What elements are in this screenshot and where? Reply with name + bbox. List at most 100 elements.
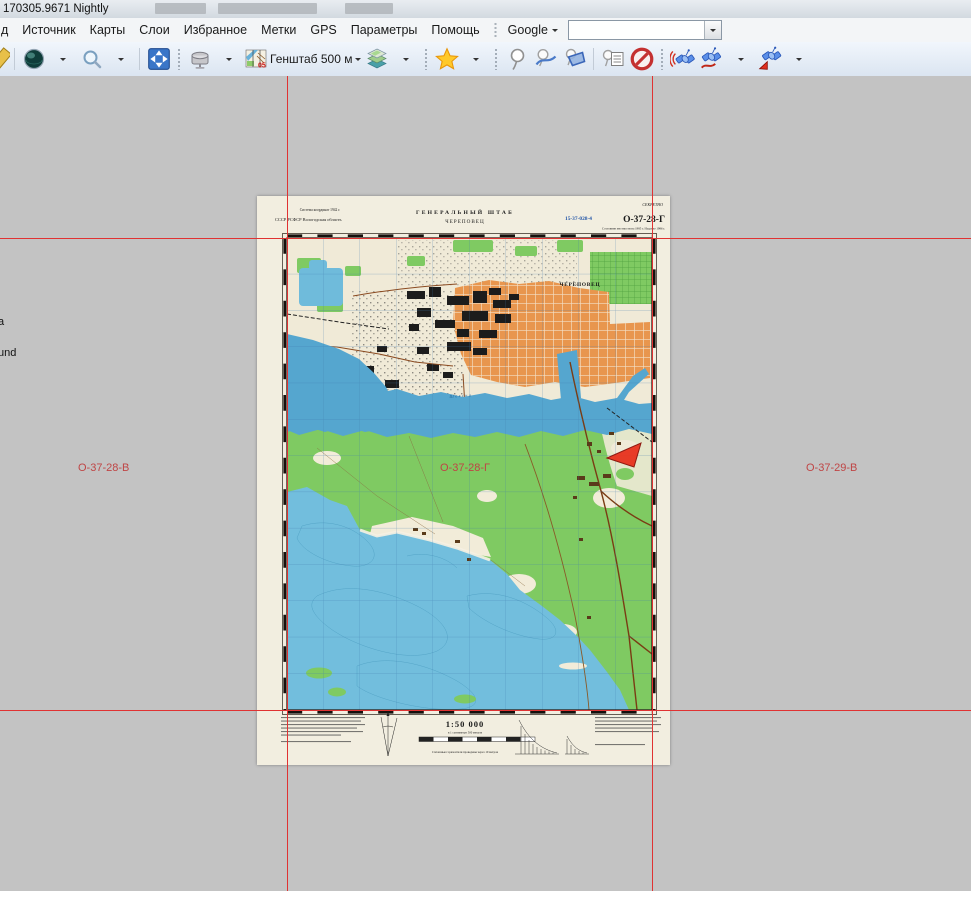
gps-connect-icon bbox=[670, 46, 696, 72]
sheet-grid-hline bbox=[0, 710, 971, 711]
add-polygon-button[interactable] bbox=[560, 45, 589, 73]
zoom-dropdown[interactable] bbox=[106, 45, 135, 73]
separator bbox=[593, 48, 594, 70]
placemark-manager-button[interactable] bbox=[598, 45, 627, 73]
search-combobox[interactable] bbox=[568, 20, 722, 40]
chevron-down-icon bbox=[552, 29, 558, 35]
gps-connect-button[interactable] bbox=[668, 45, 697, 73]
map-sheet[interactable]: ЧЕРЕПОВЕЦ Шексна Система координат 1942 bbox=[257, 196, 670, 765]
favorites-star-icon bbox=[434, 46, 460, 72]
map-type-icon: 05 bbox=[244, 47, 268, 71]
sheet-code: О-37-28-Г bbox=[623, 215, 665, 225]
chevron-down-icon bbox=[473, 58, 479, 64]
add-placemark-icon bbox=[505, 47, 529, 71]
chevron-down-icon bbox=[796, 58, 802, 64]
chevron-down-icon bbox=[60, 58, 66, 64]
layers-dropdown[interactable] bbox=[391, 45, 420, 73]
search-provider-label: Google bbox=[508, 23, 548, 37]
menu-item-gps[interactable]: GPS bbox=[303, 20, 343, 40]
map-select-button[interactable]: 05 Генштаб 500 м bbox=[243, 45, 362, 73]
sheet-grid-vline bbox=[652, 76, 653, 891]
sheet-grid-label: О-37-28-Г bbox=[440, 462, 490, 474]
map-sheet-image: ЧЕРЕПОВЕЦ Шексна Система координат 1942 bbox=[257, 196, 670, 765]
scale-label: 1:50 000 bbox=[446, 719, 484, 729]
edge-label-fragment: und bbox=[0, 347, 16, 359]
title-bar[interactable]: 170305.9671 Nightly bbox=[0, 0, 971, 18]
menu-item-layers[interactable]: Слои bbox=[132, 20, 176, 40]
menu-item-help[interactable]: Помощь bbox=[424, 20, 486, 40]
chevron-down-icon bbox=[226, 58, 232, 64]
menu-item-favorites[interactable]: Избранное bbox=[177, 20, 254, 40]
gps-position-button[interactable] bbox=[755, 45, 784, 73]
ruler-button[interactable] bbox=[0, 45, 10, 73]
add-path-button[interactable] bbox=[531, 45, 560, 73]
placemark-manager-icon bbox=[601, 47, 625, 71]
globe-icon bbox=[22, 47, 46, 71]
search-dropdown-button[interactable] bbox=[704, 21, 721, 39]
hide-marks-button[interactable] bbox=[627, 45, 656, 73]
favorites-dropdown[interactable] bbox=[461, 45, 490, 73]
search-input[interactable] bbox=[569, 21, 704, 39]
map-canvas[interactable]: ЧЕРЕПОВЕЦ Шексна Система координат 1942 bbox=[0, 76, 971, 891]
menu-item-maps[interactable]: Карты bbox=[83, 20, 133, 40]
chevron-down-icon bbox=[355, 58, 361, 64]
separator bbox=[139, 48, 140, 70]
zoom-button[interactable] bbox=[77, 45, 106, 73]
scale-bar bbox=[419, 737, 535, 742]
chevron-down-icon bbox=[403, 58, 409, 64]
background-window-fragment bbox=[218, 3, 317, 14]
coord-system-note: Система координат 1942 г. bbox=[300, 208, 341, 212]
globe-button[interactable] bbox=[19, 45, 48, 73]
state-note: Состояние местности на 1985 г. Издание 1… bbox=[602, 227, 665, 231]
menu-item-marks[interactable]: Метки bbox=[254, 20, 303, 40]
chevron-down-icon bbox=[710, 29, 716, 35]
ruler-icon bbox=[0, 47, 10, 73]
cache-dropdown[interactable] bbox=[214, 45, 243, 73]
sheet-city-title: ЧЕРЕПОВЕЦ bbox=[445, 219, 484, 225]
toolbar-grip[interactable] bbox=[660, 48, 664, 70]
toolbar-grip[interactable] bbox=[424, 48, 428, 70]
toolbar-grip[interactable] bbox=[494, 48, 498, 70]
region-note: СССР РСФСР Вологодская область bbox=[275, 217, 342, 222]
gps-position-dropdown[interactable] bbox=[784, 45, 813, 73]
menu-item-source[interactable]: Источник bbox=[15, 20, 82, 40]
favorites-button[interactable] bbox=[432, 45, 461, 73]
sheet-grid-label: О-37-29-В bbox=[806, 462, 857, 474]
gps-track-button[interactable] bbox=[697, 45, 726, 73]
gps-track-dropdown[interactable] bbox=[726, 45, 755, 73]
tool-bar: 05 Генштаб 500 м bbox=[0, 42, 971, 77]
menu-item-options[interactable]: Параметры bbox=[344, 20, 425, 40]
toolbar-grip[interactable] bbox=[493, 22, 498, 38]
chevron-down-icon bbox=[118, 58, 124, 64]
hide-marks-icon bbox=[629, 46, 655, 72]
layers-icon bbox=[365, 47, 389, 71]
zoom-icon bbox=[80, 47, 104, 71]
menu-item-vid[interactable]: д bbox=[0, 20, 15, 40]
globe-dropdown[interactable] bbox=[48, 45, 77, 73]
map-content: ЧЕРЕПОВЕЦ Шексна bbox=[287, 238, 652, 710]
scale-sub-label: в 1 сантиметре 500 метров bbox=[448, 731, 483, 735]
background-window-fragment bbox=[345, 3, 393, 14]
sheet-grid-hline bbox=[0, 238, 971, 239]
sheet-index-blue: 15-37-028-4 bbox=[565, 216, 592, 222]
gps-track-icon bbox=[699, 46, 725, 72]
contour-note: Сплошные горизонтали проведены через 10 … bbox=[432, 750, 499, 754]
fullscreen-button[interactable] bbox=[144, 45, 173, 73]
background-window-fragment bbox=[155, 3, 206, 14]
map-select-label: Генштаб 500 м bbox=[270, 52, 352, 66]
add-path-icon bbox=[533, 47, 559, 71]
search-provider-button[interactable]: Google bbox=[502, 20, 564, 40]
cache-button[interactable] bbox=[185, 45, 214, 73]
general-staff-title: ГЕНЕРАЛЬНЫЙ ШТАБ bbox=[416, 208, 514, 216]
sheet-grid-vline bbox=[287, 76, 288, 891]
window-title: 170305.9671 Nightly bbox=[3, 3, 109, 15]
toolbar-grip[interactable] bbox=[177, 48, 181, 70]
menu-bar: д Источник Карты Слои Избранное Метки GP… bbox=[0, 18, 971, 43]
fullscreen-icon bbox=[146, 46, 172, 72]
cache-icon bbox=[188, 47, 212, 71]
km-grid bbox=[287, 238, 652, 710]
svg-text:05: 05 bbox=[258, 63, 266, 70]
add-placemark-button[interactable] bbox=[502, 45, 531, 73]
layers-button[interactable] bbox=[362, 45, 391, 73]
chevron-down-icon bbox=[738, 58, 744, 64]
